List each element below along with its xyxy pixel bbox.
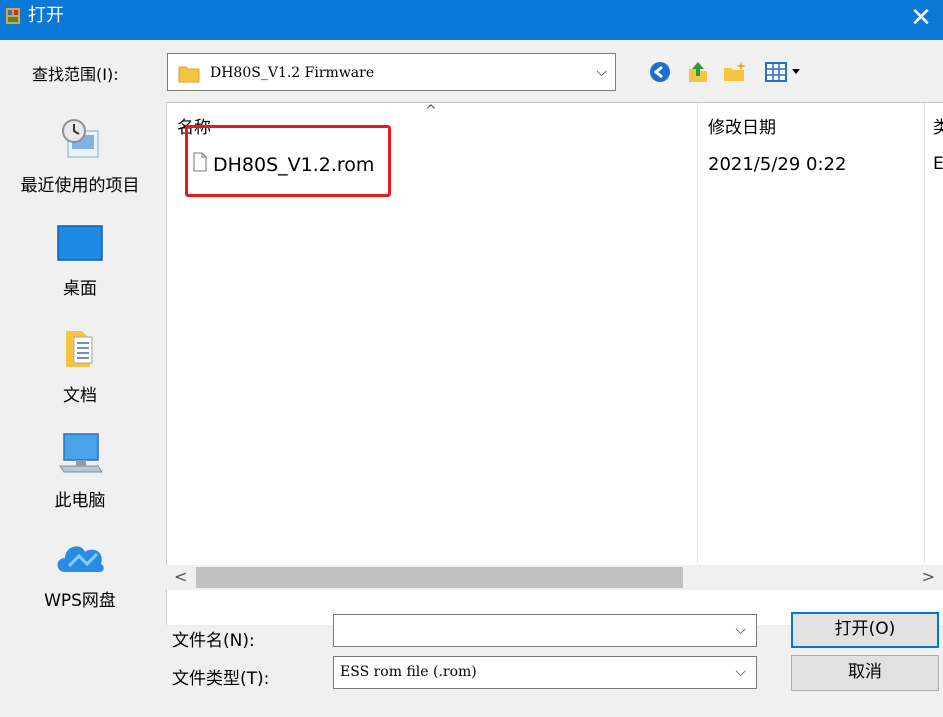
scroll-right-icon[interactable]: >	[922, 567, 935, 586]
title-bar: 打开 ✕	[0, 0, 943, 40]
window-title: 打开	[28, 5, 64, 26]
place-recent-items[interactable]: 最近使用的项目	[0, 117, 160, 196]
file-type-cell: E	[933, 154, 943, 174]
filetype-value: ESS rom file (.rom)	[340, 664, 477, 680]
filetype-label: 文件类型(T):	[172, 669, 270, 689]
file-modified-cell: 2021/5/29 0:22	[708, 154, 847, 175]
folder-icon	[178, 66, 200, 83]
filename-label: 文件名(N):	[172, 631, 255, 651]
column-separator[interactable]	[924, 103, 925, 563]
column-separator[interactable]	[697, 103, 698, 563]
place-label: 此电脑	[54, 491, 106, 511]
new-folder-icon[interactable]	[722, 60, 748, 84]
chevron-down-icon[interactable]: ⌵	[735, 664, 746, 680]
open-dialog: 查找范围(I): DH80S_V1.2 Firmware ⌵ 最近使用的项目 桌…	[0, 40, 943, 717]
chevron-down-icon: ⌵	[596, 64, 607, 80]
places-bar: 最近使用的项目 桌面 文档 此电脑 WPS网盘	[0, 95, 160, 717]
scroll-left-icon[interactable]: <	[174, 567, 187, 586]
look-in-value: DH80S_V1.2 Firmware	[210, 65, 375, 81]
column-header-modified[interactable]: 修改日期	[708, 113, 776, 138]
place-wps-cloud[interactable]: WPS网盘	[0, 536, 160, 611]
desktop-icon	[57, 225, 103, 261]
place-label: 桌面	[63, 279, 97, 299]
view-menu-icon[interactable]	[764, 60, 804, 84]
sort-ascending-icon: ^	[425, 103, 437, 119]
place-desktop[interactable]: 桌面	[0, 224, 160, 299]
look-in-combo[interactable]: DH80S_V1.2 Firmware ⌵	[167, 53, 616, 91]
look-in-label: 查找范围(I):	[32, 65, 119, 84]
filename-input[interactable]: ⌵	[333, 614, 757, 647]
this-pc-icon	[59, 433, 103, 473]
cancel-button[interactable]: 取消	[791, 655, 939, 691]
wps-cloud-icon	[57, 546, 104, 572]
place-label: WPS网盘	[44, 591, 116, 611]
scrollbar-thumb[interactable]	[196, 567, 683, 588]
recent-items-icon	[62, 119, 99, 158]
file-list[interactable]: ^ 名称 修改日期 类 DH80S_V1.2.rom 2021/5/29 0:2…	[166, 102, 943, 625]
app-icon	[6, 8, 20, 24]
open-button[interactable]: 打开(O)	[791, 612, 939, 648]
close-button[interactable]: ✕	[899, 0, 943, 40]
place-documents[interactable]: 文档	[0, 327, 160, 406]
place-label: 最近使用的项目	[20, 176, 140, 196]
documents-icon	[66, 331, 93, 367]
place-label: 文档	[63, 386, 97, 406]
filetype-select[interactable]: ESS rom file (.rom) ⌵	[333, 656, 757, 689]
column-header-type[interactable]: 类	[933, 113, 943, 138]
chevron-down-icon[interactable]: ⌵	[735, 622, 746, 638]
horizontal-scrollbar[interactable]: < >	[166, 565, 943, 590]
place-this-pc[interactable]: 此电脑	[0, 432, 160, 511]
back-icon[interactable]	[648, 60, 672, 84]
highlight-annotation	[185, 125, 391, 197]
up-folder-icon[interactable]	[686, 60, 710, 84]
